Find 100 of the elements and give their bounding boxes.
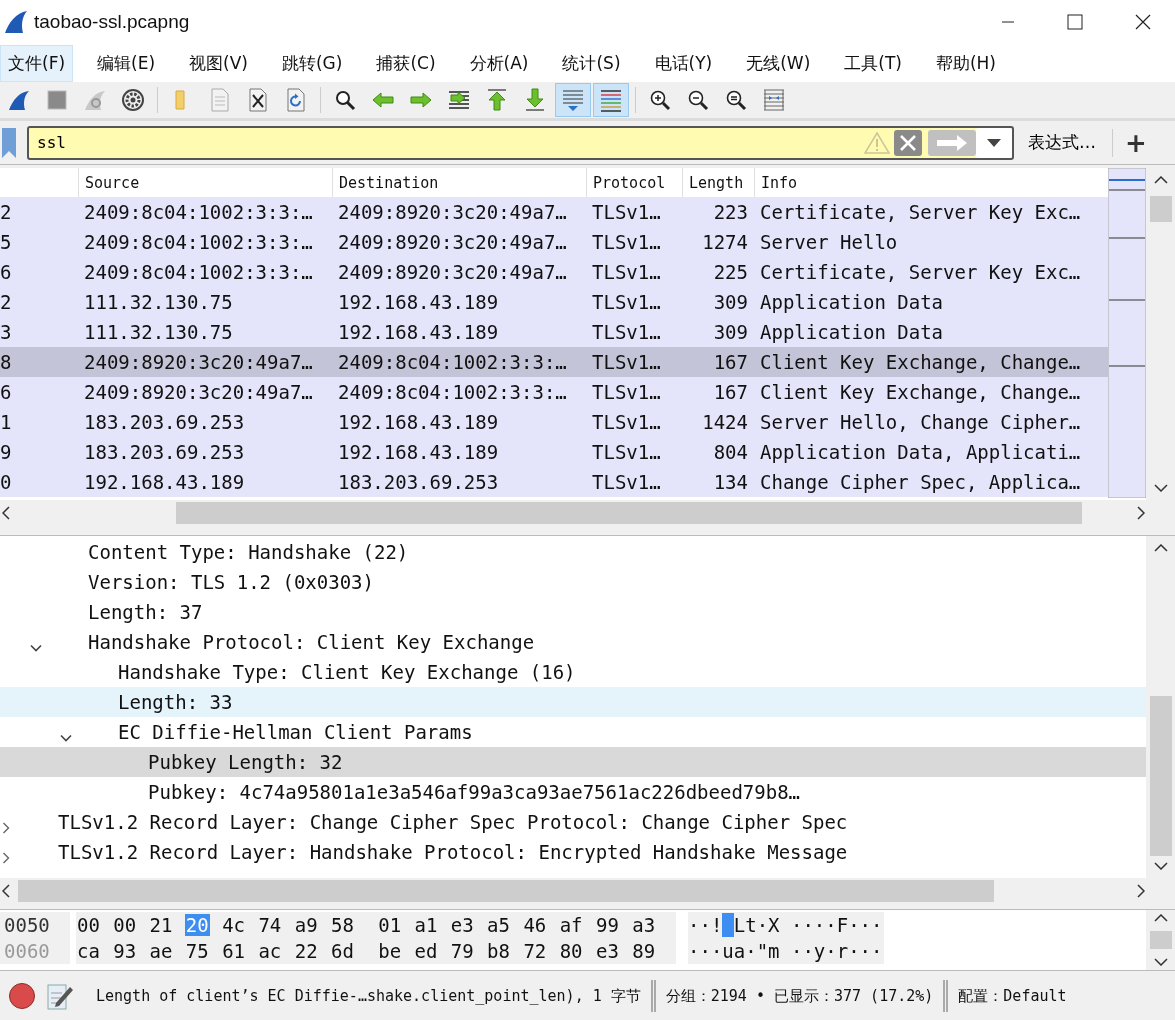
tree-item[interactable]: TLSv1.2 Record Layer: Change Cipher Spec Protocol: Change Cipher Spec xyxy=(0,807,1146,837)
vertical-scrollbar[interactable] xyxy=(1146,536,1175,878)
scroll-down-icon[interactable] xyxy=(1153,484,1168,492)
hex-byte[interactable]: ca xyxy=(76,940,101,962)
hex-byte[interactable]: 00 xyxy=(76,914,101,936)
packet-row[interactable]: 1 183.203.69.253 192.168.43.189 TLSv1… 1424 Server Hello, Change Cipher… xyxy=(0,407,1108,437)
hex-byte[interactable]: 99 xyxy=(594,914,620,936)
hex-byte[interactable]: a5 xyxy=(486,914,511,936)
tree-item[interactable]: TLSv1.2 Record Layer: Handshake Protocol: Encrypted Handshake Message xyxy=(0,837,1146,867)
hex-byte[interactable]: 21 xyxy=(148,914,174,936)
edit-file-icon[interactable] xyxy=(46,981,74,1011)
hex-byte[interactable]: a9 xyxy=(293,914,319,936)
packet-row[interactable]: 5 2409:8c04:1002:3:3:… 2409:8920:3c20:49a7… TLSv1… 1274 Server Hello xyxy=(0,227,1108,257)
packet-row[interactable]: 6 2409:8c04:1002:3:3:… 2409:8920:3c20:49a7… TLSv1… 225 Certificate, Server Key Exc… xyxy=(0,257,1108,287)
horizontal-scrollbar[interactable] xyxy=(0,500,1175,525)
menu-item[interactable]: 编辑(E) xyxy=(89,44,164,82)
menu-item[interactable]: 分析(A) xyxy=(461,44,537,82)
hex-byte[interactable]: 58 xyxy=(329,914,355,936)
packet-row[interactable]: 2 111.32.130.75 192.168.43.189 TLSv1… 309 Application Data xyxy=(0,287,1108,317)
scrollbar-thumb[interactable] xyxy=(1149,196,1172,222)
hex-byte[interactable]: 61 xyxy=(221,940,246,962)
hex-byte[interactable]: ac xyxy=(257,940,283,962)
packet-row[interactable]: 9 183.203.69.253 192.168.43.189 TLSv1… 804 Application Data, Applicati… xyxy=(0,437,1108,467)
tree-item[interactable]: Pubkey: 4c74a95801a1e3a546af99a3ca93ae7561ac226dbeed79b8… xyxy=(0,777,1146,807)
tree-item[interactable]: Pubkey Length: 32 xyxy=(0,747,1146,777)
close-icon[interactable] xyxy=(1135,14,1151,30)
hex-byte[interactable]: 74 xyxy=(257,914,283,936)
menu-item[interactable]: 统计(S) xyxy=(554,44,629,82)
hex-byte[interactable]: 93 xyxy=(112,940,138,962)
scroll-left-icon[interactable] xyxy=(2,505,10,520)
tree-item[interactable]: Length: 33 xyxy=(0,687,1146,717)
tree-item[interactable]: Handshake Type: Client Key Exchange (16) xyxy=(0,657,1146,687)
scroll-up-icon[interactable] xyxy=(1153,176,1168,184)
menu-item[interactable]: 文件(F) xyxy=(0,44,74,82)
filter-dropdown-button[interactable] xyxy=(976,127,1012,158)
packet-row[interactable]: 8 2409:8920:3c20:49a7… 2409:8c04:1002:3:3:… TLSv1… 167 Client Key Exchange, Change… xyxy=(0,347,1108,377)
hex-byte[interactable]: be xyxy=(377,940,403,962)
hex-byte[interactable]: 89 xyxy=(631,940,657,962)
hex-byte[interactable]: 72 xyxy=(522,940,548,962)
display-filter-field[interactable]: ssl xyxy=(29,132,864,153)
hex-byte[interactable]: 75 xyxy=(184,940,210,962)
scroll-left-icon[interactable] xyxy=(2,883,10,898)
packet-minimap[interactable] xyxy=(1108,168,1146,498)
horizontal-scrollbar[interactable] xyxy=(0,878,1175,903)
hex-byte[interactable]: e3 xyxy=(594,940,620,962)
scrollbar-thumb[interactable] xyxy=(1149,931,1172,949)
expression-button[interactable]: 表达式… xyxy=(1020,127,1104,158)
chevron-right-icon[interactable] xyxy=(0,822,12,834)
scroll-up-icon[interactable] xyxy=(1153,914,1168,922)
hex-byte[interactable]: ae xyxy=(148,940,174,962)
hex-byte[interactable]: b8 xyxy=(486,940,511,962)
menu-item[interactable]: 无线(W) xyxy=(738,44,819,82)
hex-byte[interactable]: a3 xyxy=(631,914,657,936)
hex-byte[interactable]: af xyxy=(558,914,584,936)
ascii-text[interactable]: ···ua·"m ··y·r··· xyxy=(688,940,883,962)
record-icon[interactable] xyxy=(8,982,36,1010)
bookmark-icon[interactable] xyxy=(1,127,17,158)
tree-item[interactable]: Handshake Protocol: Client Key Exchange xyxy=(0,627,1146,657)
packet-row[interactable]: 3 111.32.130.75 192.168.43.189 TLSv1… 309 Application Data xyxy=(0,317,1108,347)
hex-byte[interactable]: 22 xyxy=(293,940,319,962)
clear-filter-button[interactable] xyxy=(894,129,922,156)
hex-byte[interactable]: 79 xyxy=(449,940,475,962)
hex-byte[interactable]: ed xyxy=(413,940,439,962)
packet-row[interactable]: 0 192.168.43.189 183.203.69.253 TLSv1… 134 Change Cipher Spec, Applica… xyxy=(0,467,1108,497)
hex-byte[interactable]: e3 xyxy=(449,914,475,936)
hex-byte[interactable]: 01 xyxy=(377,914,403,936)
packet-row[interactable]: 6 2409:8920:3c20:49a7… 2409:8c04:1002:3:3:… TLSv1… 167 Client Key Exchange, Change… xyxy=(0,377,1108,407)
hex-byte[interactable]: 4c xyxy=(221,914,246,936)
tree-item[interactable]: Length: 37 xyxy=(0,597,1146,627)
vertical-scrollbar[interactable] xyxy=(1146,910,1175,970)
tree-item[interactable]: EC Diffie-Hellman Client Params xyxy=(0,717,1146,747)
scroll-up-icon[interactable] xyxy=(1153,544,1168,552)
chevron-down-icon[interactable] xyxy=(60,732,72,744)
scrollbar-thumb[interactable] xyxy=(1149,696,1172,856)
filter-field[interactable]: ssl xyxy=(27,125,1014,160)
scroll-right-icon[interactable] xyxy=(1137,883,1145,898)
menu-item[interactable]: 电话(Y) xyxy=(646,44,721,82)
menu-item[interactable]: 跳转(G) xyxy=(273,44,351,82)
hex-byte[interactable]: 80 xyxy=(558,940,584,962)
hex-byte[interactable]: 00 xyxy=(112,914,138,936)
profile-label[interactable]: 配置：Default xyxy=(958,986,1067,1006)
scroll-down-icon[interactable] xyxy=(1153,862,1168,870)
menu-item[interactable]: 捕获(C) xyxy=(368,44,444,82)
chevron-down-icon[interactable] xyxy=(30,642,42,654)
chevron-right-icon[interactable] xyxy=(0,852,12,864)
maximize-icon[interactable] xyxy=(1067,14,1083,30)
menu-item[interactable]: 视图(V) xyxy=(181,44,256,82)
add-filter-button[interactable]: + xyxy=(1117,127,1155,158)
vertical-scrollbar[interactable] xyxy=(1146,168,1175,500)
hex-byte[interactable]: 6d xyxy=(329,940,355,962)
scroll-down-icon[interactable] xyxy=(1153,958,1168,966)
tree-item[interactable]: Version: TLS 1.2 (0x0303) xyxy=(0,567,1146,597)
menu-item[interactable]: 工具(T) xyxy=(836,44,910,82)
scroll-right-icon[interactable] xyxy=(1137,505,1145,520)
hex-byte[interactable]: 46 xyxy=(522,914,548,936)
menu-item[interactable]: 帮助(H) xyxy=(927,44,1004,82)
tree-item[interactable]: Content Type: Handshake (22) xyxy=(0,537,1146,567)
ascii-text[interactable]: ··! Lt·X ····F··· xyxy=(688,914,883,936)
hex-byte[interactable]: a1 xyxy=(413,914,439,936)
packet-row[interactable]: 2 2409:8c04:1002:3:3:… 2409:8920:3c20:49a7… TLSv1… 223 Certificate, Server Key Exc… xyxy=(0,197,1108,227)
